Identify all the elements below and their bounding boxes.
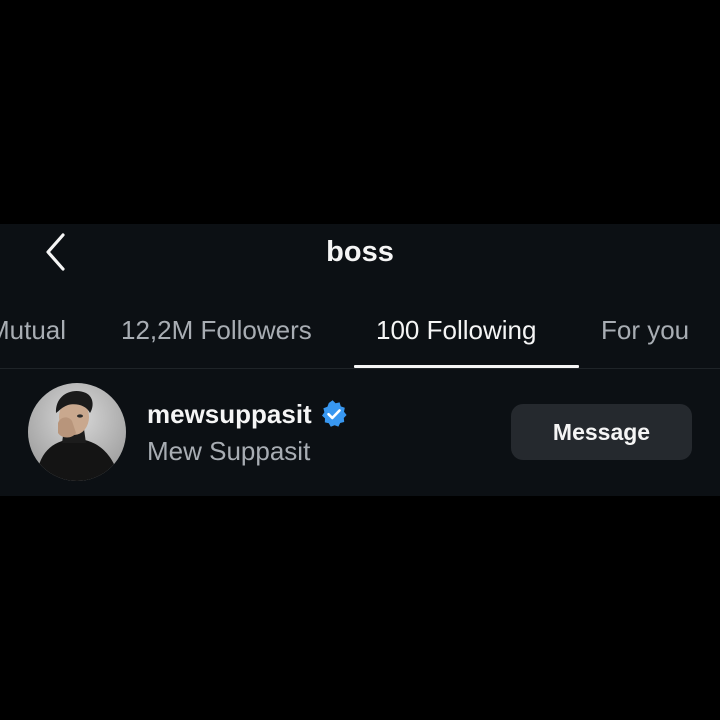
full-name: Mew Suppasit — [147, 436, 311, 466]
verified-badge-icon — [321, 400, 347, 427]
tab-mutual[interactable]: Mutual — [0, 312, 66, 348]
active-tab-indicator — [354, 365, 579, 368]
tab-for-you[interactable]: For you — [601, 312, 689, 348]
tab-followers[interactable]: 12,2M Followers — [121, 312, 312, 348]
following-panel: boss Mutual 12,2M Followers 100 Followin… — [0, 224, 720, 496]
tab-bar: Mutual 12,2M Followers 100 Following For… — [0, 304, 720, 369]
tab-following[interactable]: 100 Following — [376, 312, 536, 348]
message-button[interactable]: Message — [511, 404, 692, 460]
avatar-photo — [28, 383, 126, 481]
avatar[interactable] — [28, 383, 126, 481]
list-item[interactable]: mewsuppasit Mew Suppasit Message — [0, 374, 720, 494]
username-line: mewsuppasit — [147, 397, 348, 431]
username[interactable]: mewsuppasit — [147, 397, 312, 431]
page-title: boss — [326, 236, 394, 268]
header: boss — [0, 224, 720, 282]
screen: boss Mutual 12,2M Followers 100 Followin… — [0, 0, 720, 720]
